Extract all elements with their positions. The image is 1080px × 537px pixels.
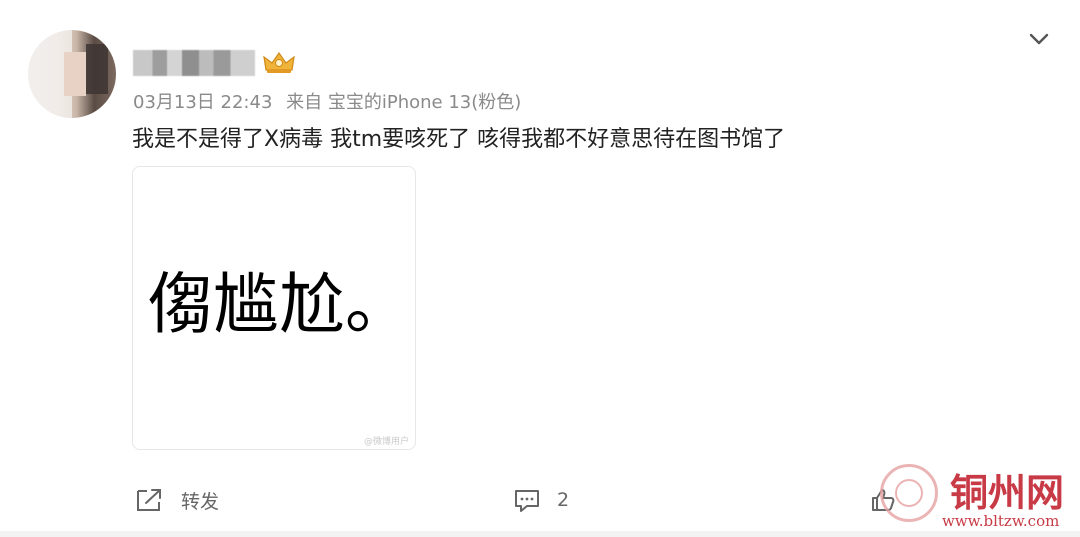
avatar-pixel-block bbox=[64, 52, 86, 96]
share-label: 转发 bbox=[181, 490, 220, 513]
image-watermark: @微博用户 bbox=[363, 437, 409, 447]
post-meta: 03月13日 22:43 来自 宝宝的iPhone 13(粉色) bbox=[133, 88, 521, 114]
share-button[interactable]: 转发 bbox=[135, 484, 219, 516]
avatar[interactable] bbox=[28, 30, 116, 118]
post-image[interactable]: 㑳尴尬。 @微博用户 bbox=[132, 166, 416, 450]
post-image-text: 㑳尴尬。 bbox=[147, 266, 411, 343]
username-blurred[interactable] bbox=[133, 50, 255, 76]
site-watermark: 铜州网 www.bltzw.com bbox=[862, 462, 1076, 532]
site-name: 铜州网 bbox=[950, 470, 1065, 515]
chevron-down-icon[interactable] bbox=[1024, 24, 1054, 54]
post-source[interactable]: 来自 宝宝的iPhone 13(粉色) bbox=[286, 92, 521, 113]
comment-icon bbox=[515, 490, 539, 512]
site-url: www.bltzw.com bbox=[942, 512, 1060, 530]
post-text: 我是不是得了X病毒󠀠 我tm要咳死了 咳得我都不好意思待在图书馆了 bbox=[132, 127, 786, 152]
avatar-pixel-block bbox=[86, 44, 108, 94]
crown-icon bbox=[263, 51, 295, 73]
site-seal-icon bbox=[880, 464, 938, 522]
post-timestamp: 03月13日 22:43 bbox=[133, 92, 273, 113]
bottom-divider bbox=[0, 531, 1080, 537]
share-icon bbox=[137, 489, 161, 511]
comment-button[interactable]: 2 bbox=[513, 484, 569, 516]
comment-count: 2 bbox=[557, 489, 570, 511]
